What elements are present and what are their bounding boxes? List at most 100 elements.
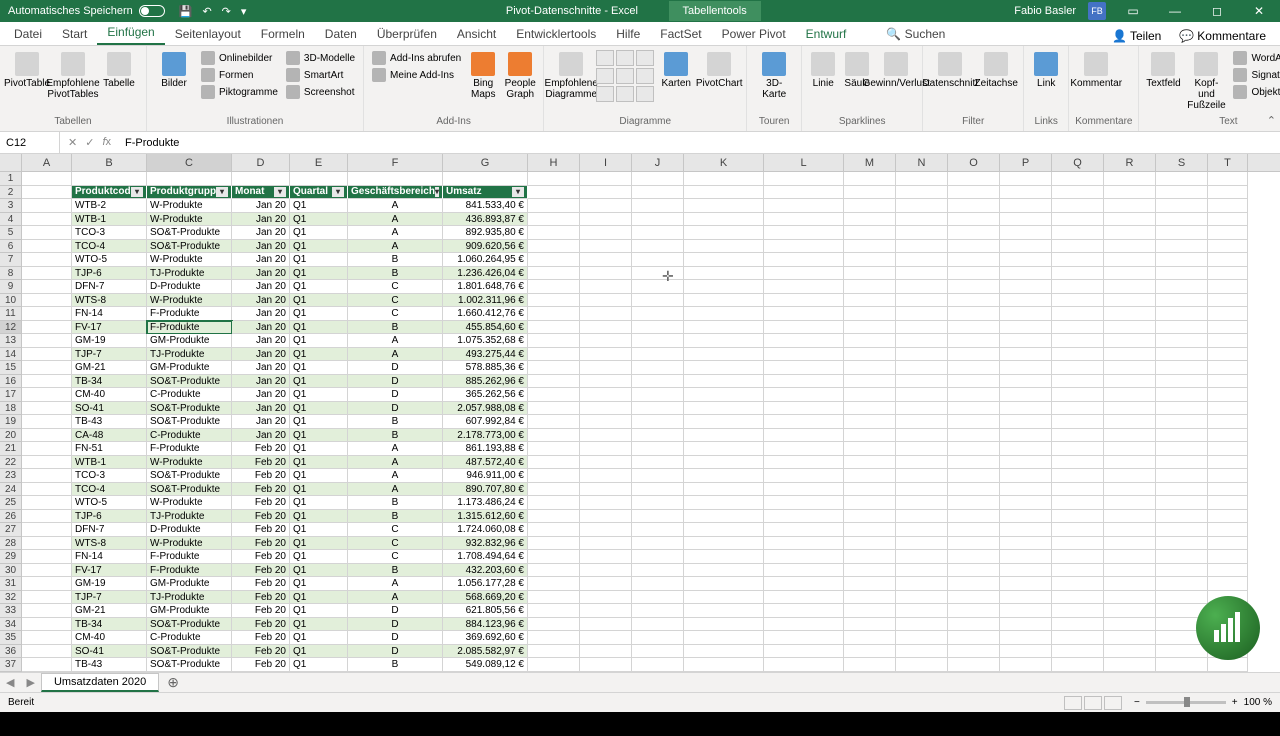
cell[interactable]: [1000, 456, 1052, 470]
cell[interactable]: SO&T-Produkte: [147, 469, 232, 483]
cell[interactable]: 578.885,36 €: [443, 361, 528, 375]
cell[interactable]: Q1: [290, 591, 348, 605]
cell[interactable]: [528, 402, 580, 416]
cell[interactable]: [896, 348, 948, 362]
cell[interactable]: [1104, 307, 1156, 321]
cell[interactable]: [684, 307, 764, 321]
search-box[interactable]: 🔍 Suchen: [876, 23, 955, 45]
textbox-button[interactable]: Textfeld: [1145, 50, 1181, 91]
cell[interactable]: [632, 591, 684, 605]
cell[interactable]: Q1: [290, 618, 348, 632]
cell[interactable]: [1052, 267, 1104, 281]
cell[interactable]: [844, 213, 896, 227]
3d-models-button[interactable]: 3D-Modelle: [284, 50, 357, 66]
cell[interactable]: [764, 469, 844, 483]
cell[interactable]: [684, 672, 764, 673]
cell[interactable]: [1052, 321, 1104, 335]
cell[interactable]: [684, 402, 764, 416]
cell[interactable]: [1000, 253, 1052, 267]
row-header[interactable]: 7: [0, 253, 22, 267]
cell[interactable]: [1052, 361, 1104, 375]
cell[interactable]: Q1: [290, 334, 348, 348]
cell[interactable]: [844, 537, 896, 551]
cell[interactable]: [764, 591, 844, 605]
cell[interactable]: GM-21: [72, 604, 147, 618]
cell[interactable]: [528, 186, 580, 200]
cell[interactable]: [1104, 577, 1156, 591]
tab-ansicht[interactable]: Ansicht: [447, 23, 506, 45]
sheet-nav-prev-icon[interactable]: ◀: [0, 676, 20, 689]
cell[interactable]: Quartal▾: [290, 186, 348, 200]
cell[interactable]: [1052, 294, 1104, 308]
cell[interactable]: [684, 577, 764, 591]
cell[interactable]: A: [348, 483, 443, 497]
cell[interactable]: C-Produkte: [147, 631, 232, 645]
cell[interactable]: [580, 213, 632, 227]
cell[interactable]: [1000, 496, 1052, 510]
cell[interactable]: [580, 199, 632, 213]
cell[interactable]: [1156, 280, 1208, 294]
cell[interactable]: [580, 496, 632, 510]
cell[interactable]: [896, 402, 948, 416]
cell[interactable]: [1104, 213, 1156, 227]
cell[interactable]: [1000, 442, 1052, 456]
save-icon[interactable]: 💾: [179, 5, 193, 18]
cell[interactable]: Q1: [290, 253, 348, 267]
cell[interactable]: TB-43: [72, 415, 147, 429]
cell[interactable]: [632, 213, 684, 227]
cell[interactable]: FN-14: [72, 550, 147, 564]
cell[interactable]: [1156, 375, 1208, 389]
cell[interactable]: [684, 469, 764, 483]
cell[interactable]: [1156, 307, 1208, 321]
cell[interactable]: [1000, 510, 1052, 524]
cell[interactable]: [948, 429, 1000, 443]
cell[interactable]: [684, 361, 764, 375]
cell[interactable]: [844, 348, 896, 362]
cell[interactable]: 1.236.426,04 €: [443, 267, 528, 281]
row-header[interactable]: 37: [0, 658, 22, 672]
cell[interactable]: [1000, 294, 1052, 308]
cell[interactable]: [684, 199, 764, 213]
cell[interactable]: [528, 577, 580, 591]
cell[interactable]: A: [348, 213, 443, 227]
cell[interactable]: Feb 20: [232, 510, 290, 524]
cell[interactable]: SO&T-Produkte: [147, 658, 232, 672]
chart-type-icon[interactable]: [596, 86, 614, 102]
cancel-formula-icon[interactable]: ✕: [68, 136, 77, 149]
collapse-ribbon-icon[interactable]: ⌃: [1267, 114, 1276, 127]
cell[interactable]: [632, 388, 684, 402]
cell[interactable]: [1208, 577, 1248, 591]
cell[interactable]: [844, 510, 896, 524]
cell[interactable]: [684, 442, 764, 456]
cell[interactable]: [1000, 199, 1052, 213]
row-header[interactable]: 32: [0, 591, 22, 605]
cell[interactable]: [1156, 402, 1208, 416]
cell[interactable]: [684, 172, 764, 186]
header-footer-button[interactable]: Kopf- und Fußzeile: [1185, 50, 1227, 113]
cell[interactable]: [528, 253, 580, 267]
cell[interactable]: [1000, 267, 1052, 281]
cell[interactable]: D: [348, 388, 443, 402]
user-name[interactable]: Fabio Basler: [1014, 5, 1076, 17]
cell[interactable]: [1000, 226, 1052, 240]
cell[interactable]: [764, 307, 844, 321]
cell[interactable]: [896, 672, 948, 673]
cell[interactable]: [1104, 537, 1156, 551]
cell[interactable]: [580, 321, 632, 335]
cell[interactable]: [22, 199, 72, 213]
cell[interactable]: [1052, 375, 1104, 389]
maximize-icon[interactable]: ◻: [1202, 4, 1232, 18]
cell[interactable]: WTO-5: [72, 496, 147, 510]
cell[interactable]: [147, 172, 232, 186]
share-button[interactable]: 👤 Teilen: [1106, 27, 1167, 45]
cell[interactable]: 436.893,87 €: [443, 213, 528, 227]
row-header[interactable]: 13: [0, 334, 22, 348]
col-header-N[interactable]: N: [896, 154, 948, 171]
cell[interactable]: WTS-8: [72, 294, 147, 308]
cell[interactable]: [948, 631, 1000, 645]
cell[interactable]: A: [348, 591, 443, 605]
cell[interactable]: [684, 456, 764, 470]
cell[interactable]: [948, 375, 1000, 389]
cell[interactable]: [764, 280, 844, 294]
cell[interactable]: [1208, 496, 1248, 510]
